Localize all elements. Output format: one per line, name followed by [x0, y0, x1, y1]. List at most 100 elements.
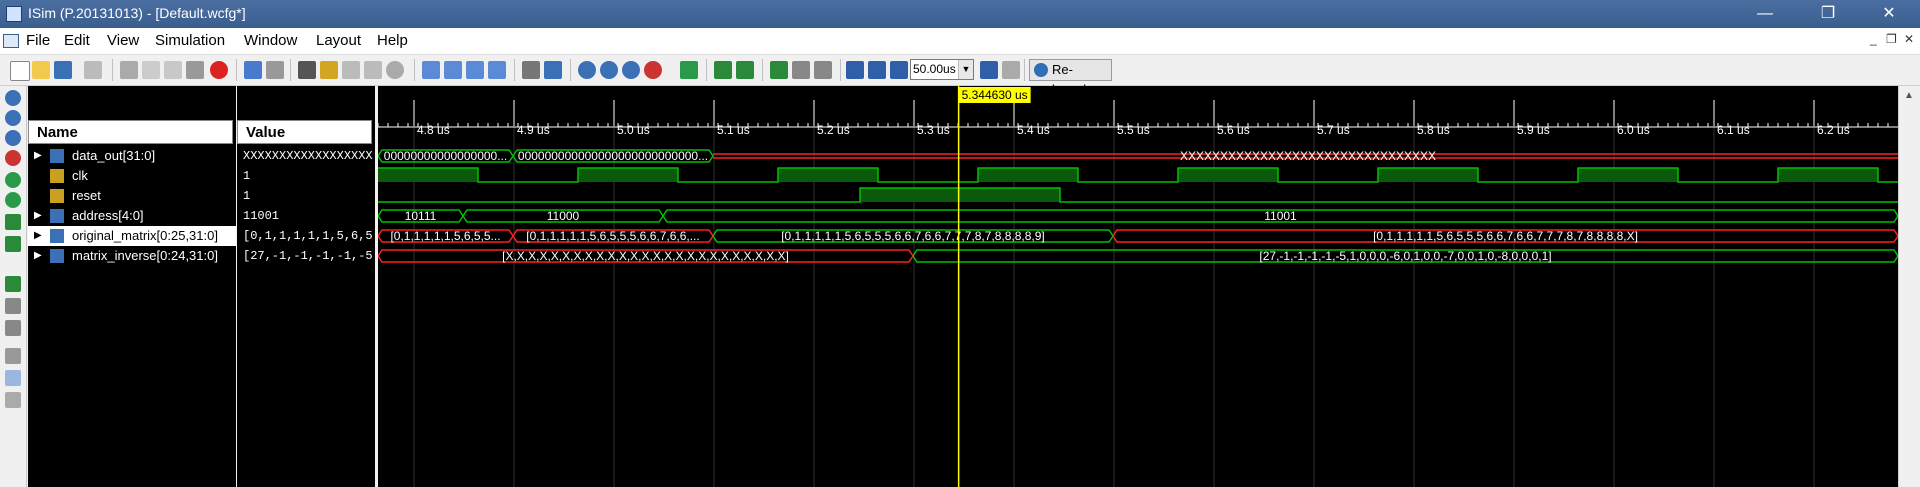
find-icon[interactable]	[298, 61, 316, 79]
print-icon[interactable]	[84, 61, 102, 79]
bus-value-label: [27,-1,-1,-1,-1,-5,1,0,0,0,-6,0,1,0,0,-7…	[1259, 249, 1551, 263]
delete-icon[interactable]	[186, 61, 204, 79]
run-all-icon[interactable]	[868, 61, 886, 79]
tile-horizontal-icon[interactable]	[444, 61, 462, 79]
cut-icon[interactable]	[120, 61, 138, 79]
expand-arrow-icon[interactable]: ▶	[34, 246, 42, 266]
next-transition-icon[interactable]	[736, 61, 754, 79]
waveform-canvas[interactable]: 4.8 us 4.9 us 5.0 us 5.1 us 5.2 us 5.3 us 5.4 …	[378, 86, 1898, 487]
paste-icon[interactable]	[164, 61, 182, 79]
swap-cursors-icon[interactable]	[5, 348, 21, 364]
float-icon[interactable]	[488, 61, 506, 79]
mdi-restore-button[interactable]: ❐	[1886, 32, 1897, 46]
go-to-time-zero-icon[interactable]	[5, 172, 21, 188]
minimize-button[interactable]: —	[1742, 0, 1788, 28]
signal-value: 1	[243, 189, 251, 203]
next-marker-icon[interactable]	[5, 320, 21, 336]
zoom-fit-icon[interactable]	[622, 61, 640, 79]
go-to-latest-time-icon[interactable]	[5, 192, 21, 208]
signal-row[interactable]: ▶ address[4:0]	[28, 206, 236, 226]
close-button[interactable]: ✕	[1866, 0, 1912, 28]
menu-file[interactable]: File	[26, 32, 50, 49]
next-marker-icon[interactable]	[814, 61, 832, 79]
arrow-up-icon[interactable]	[364, 61, 382, 79]
zoom-out-icon[interactable]	[600, 61, 618, 79]
add-marker-icon[interactable]	[5, 276, 21, 292]
stop-icon[interactable]	[210, 61, 228, 79]
zoom-out-icon[interactable]	[5, 110, 21, 126]
signal-row[interactable]: ▶ data_out[31:0]	[28, 146, 236, 166]
menu-help[interactable]: Help	[377, 32, 408, 49]
save-icon[interactable]	[54, 61, 72, 79]
cascade-icon[interactable]	[422, 61, 440, 79]
ruler-tick-label: 6.1 us	[1717, 123, 1750, 137]
signal-row[interactable]: clk	[28, 166, 236, 186]
restore-button[interactable]: ❐	[1805, 0, 1851, 28]
title-bar: ISim (P.20131013) - [Default.wcfg*] — ❐ …	[0, 0, 1920, 28]
ruler-tick-label: 5.1 us	[717, 123, 750, 137]
mdi-minimize-button[interactable]: _	[1870, 32, 1877, 46]
properties-icon[interactable]	[522, 61, 540, 79]
signal-name-panel: Name ▶ data_out[31:0] clk reset ▶ address[4:0…	[28, 86, 236, 487]
signal-row[interactable]: reset	[28, 186, 236, 206]
menu-view[interactable]: View	[107, 32, 139, 49]
floating-ruler-icon[interactable]	[5, 392, 21, 408]
signal-value: 1	[243, 169, 251, 183]
menu-window[interactable]: Window	[244, 32, 297, 49]
vertical-scrollbar[interactable]: ▲	[1898, 86, 1920, 487]
previous-transition-icon[interactable]	[5, 214, 21, 230]
copy-icon[interactable]	[142, 61, 160, 79]
window-title: ISim (P.20131013) - [Default.wcfg*]	[28, 5, 246, 21]
ruler-tick-label: 4.9 us	[517, 123, 550, 137]
open-icon[interactable]	[32, 61, 50, 79]
mdi-close-button[interactable]: ✕	[1904, 32, 1914, 46]
menu-simulation[interactable]: Simulation	[155, 32, 225, 49]
find-in-files-icon[interactable]	[320, 61, 338, 79]
expand-arrow-icon[interactable]: ▶	[34, 146, 42, 166]
run-for-icon[interactable]	[890, 61, 908, 79]
menu-layout[interactable]: Layout	[316, 32, 361, 49]
zoom-fit-icon[interactable]	[5, 130, 21, 146]
pause-icon[interactable]	[1002, 61, 1020, 79]
zoom-cursor-icon[interactable]	[5, 150, 21, 166]
scroll-up-icon[interactable]: ▲	[1904, 90, 1914, 101]
cursor-time-label: 5.344630 us	[962, 88, 1028, 102]
bus-icon	[50, 209, 64, 223]
clk-high-fill	[1378, 168, 1478, 182]
value-column-header: Value	[237, 120, 372, 144]
waveform-viewer[interactable]: 4.8 us 4.9 us 5.0 us 5.1 us 5.2 us 5.3 us 5.4 …	[378, 86, 1898, 487]
zoom-in-icon[interactable]	[5, 90, 21, 106]
previous-marker-icon[interactable]	[792, 61, 810, 79]
chevron-down-icon[interactable]: ▼	[958, 60, 973, 79]
clear-icon[interactable]	[386, 61, 404, 79]
new-icon[interactable]	[10, 61, 30, 81]
zoom-in-icon[interactable]	[578, 61, 596, 79]
snap-to-transition-icon[interactable]	[5, 370, 21, 386]
undo-icon[interactable]	[244, 61, 262, 79]
refresh-icon[interactable]	[680, 61, 698, 79]
ruler-tick-label: 5.6 us	[1217, 123, 1250, 137]
signal-name: address[4:0]	[72, 208, 144, 223]
signal-row[interactable]: ▶ original_matrix[0:25,31:0]	[28, 226, 236, 246]
bus-value-label: XXXXXXXXXXXXXXXXXXXXXXXXXXXXXXXX	[1180, 149, 1436, 163]
arrow-down-icon[interactable]	[342, 61, 360, 79]
ruler-tick-label: 5.7 us	[1317, 123, 1350, 137]
mdi-window-icon[interactable]	[3, 34, 19, 48]
run-time-field[interactable]: 50.00us ▼	[910, 59, 974, 80]
menu-edit[interactable]: Edit	[64, 32, 90, 49]
ruler-tick-label: 5.5 us	[1117, 123, 1150, 137]
step-icon[interactable]	[980, 61, 998, 79]
expand-arrow-icon[interactable]: ▶	[34, 226, 42, 246]
expand-arrow-icon[interactable]: ▶	[34, 206, 42, 226]
zoom-cursor-icon[interactable]	[644, 61, 662, 79]
restart-icon[interactable]	[846, 61, 864, 79]
previous-marker-icon[interactable]	[5, 298, 21, 314]
next-transition-icon[interactable]	[5, 236, 21, 252]
relaunch-button[interactable]: Re-launch	[1029, 59, 1112, 97]
previous-transition-icon[interactable]	[714, 61, 732, 79]
signal-row[interactable]: ▶ matrix_inverse[0:24,31:0]	[28, 246, 236, 266]
redo-icon[interactable]	[266, 61, 284, 79]
tile-vertical-icon[interactable]	[466, 61, 484, 79]
add-marker-icon[interactable]	[770, 61, 788, 79]
help-icon[interactable]	[544, 61, 562, 79]
